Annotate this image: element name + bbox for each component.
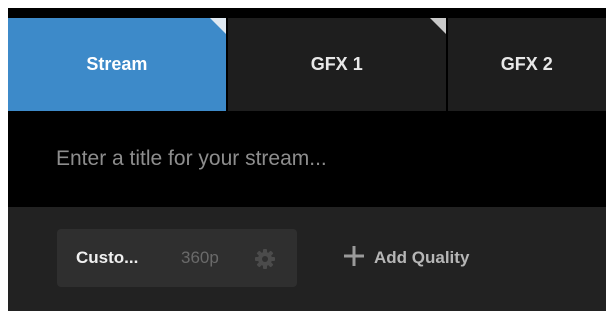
quality-row: Custo... 360p Add Quality (8, 207, 606, 311)
quality-chip[interactable]: Custo... 360p (57, 229, 297, 287)
quality-resolution: 360p (181, 248, 219, 267)
plus-icon (342, 244, 374, 273)
tab-gfx-1-label: GFX 1 (310, 54, 363, 74)
stream-title-input[interactable] (56, 141, 576, 177)
corner-fold-icon (209, 18, 226, 34)
quality-name: Custo... (76, 248, 139, 267)
add-quality-label: Add Quality (374, 248, 470, 267)
tab-stream-label: Stream (86, 54, 148, 74)
gear-icon[interactable] (254, 248, 276, 270)
tab-bar: Stream GFX 1 GFX 2 (8, 18, 606, 111)
tab-gfx-2[interactable]: GFX 2 (447, 18, 606, 111)
stream-title-row (8, 111, 606, 207)
tab-gfx-1[interactable]: GFX 1 (227, 18, 446, 111)
corner-fold-icon (429, 18, 446, 34)
tab-gfx-2-label: GFX 2 (500, 54, 553, 74)
add-quality-button[interactable]: Add Quality (342, 229, 469, 287)
stream-panel: Stream GFX 1 GFX 2 Custo... 360p (8, 8, 606, 311)
tab-stream[interactable]: Stream (8, 18, 226, 111)
